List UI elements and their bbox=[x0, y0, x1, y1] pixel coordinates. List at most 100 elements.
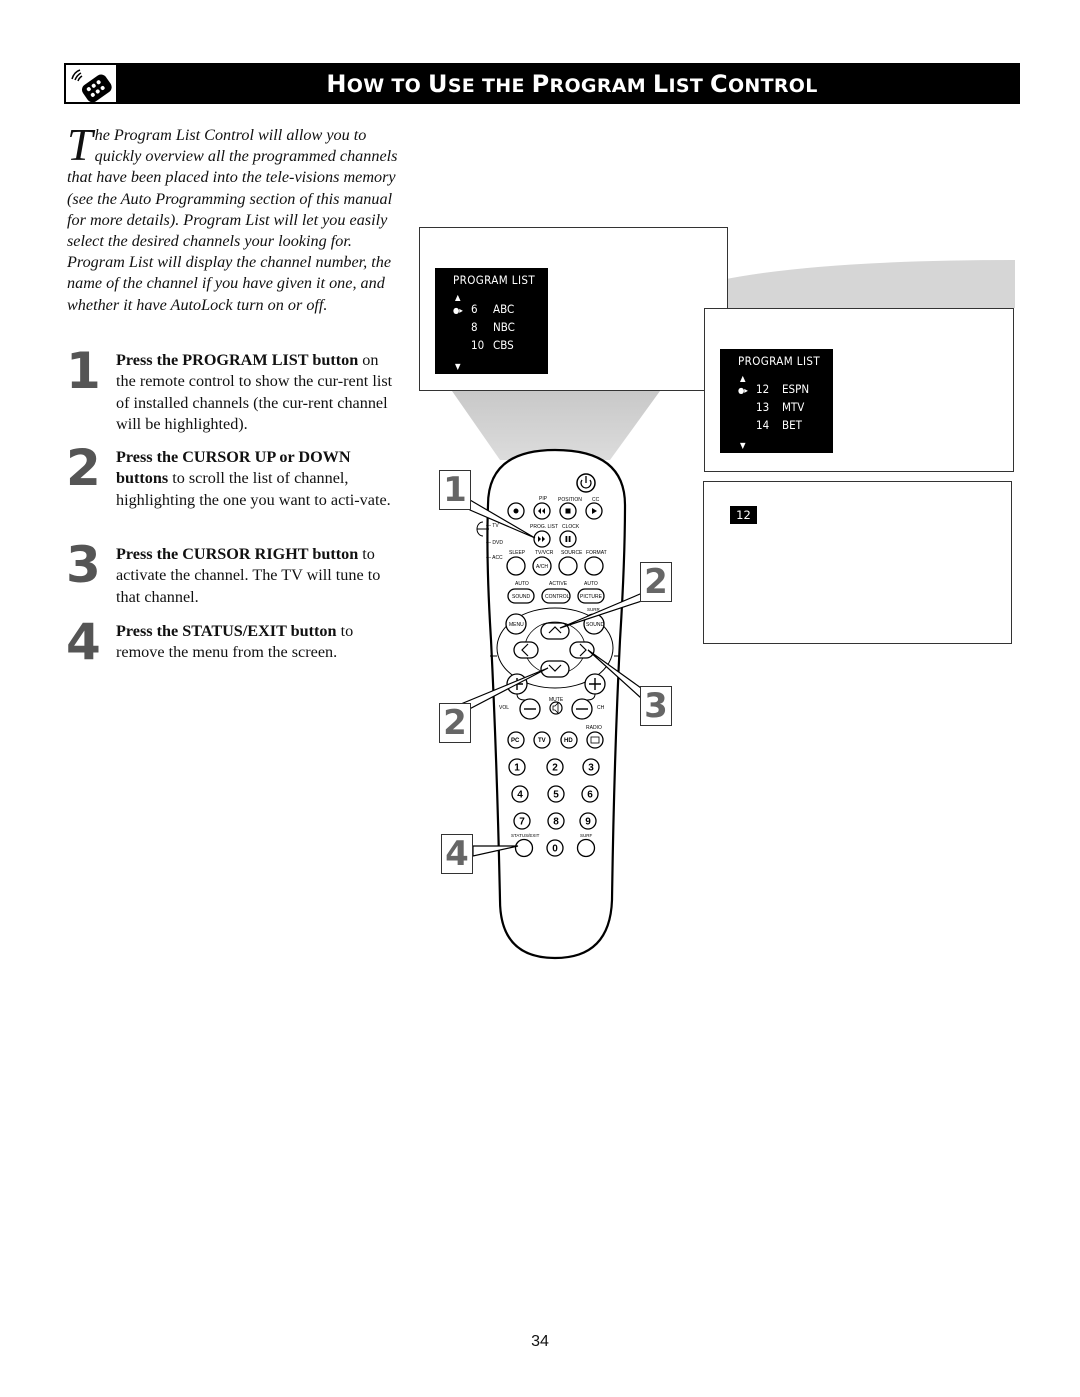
channel-row: ●▸ 12 ESPN bbox=[738, 382, 809, 396]
digit-label: 7 bbox=[519, 817, 525, 828]
callout-2-up: 2 bbox=[640, 562, 672, 602]
rewind-pip-button[interactable] bbox=[533, 502, 551, 520]
selection-pointer-icon: ●▸ bbox=[453, 306, 463, 315]
source-label: SOURCE bbox=[561, 550, 583, 556]
digit-button-7[interactable]: 7 bbox=[513, 812, 531, 830]
digit-button-4[interactable]: 4 bbox=[511, 785, 529, 803]
vol-label: VOL bbox=[499, 705, 509, 711]
channel-row: 8 NBC bbox=[453, 320, 515, 334]
channel-name: CBS bbox=[493, 338, 514, 352]
prog-list-label: PROG. LIST bbox=[530, 524, 558, 530]
sleep-button[interactable] bbox=[506, 556, 526, 576]
channel-number: 6 bbox=[471, 302, 478, 316]
digit-button-0[interactable]: 0 bbox=[546, 839, 564, 857]
channel-row: 14 BET bbox=[738, 418, 802, 432]
digit-button-3[interactable]: 3 bbox=[582, 758, 600, 776]
surf-label: SURF bbox=[580, 833, 593, 838]
tv-button[interactable]: TV bbox=[533, 731, 551, 749]
channel-number: 14 bbox=[756, 418, 770, 432]
digit-label: 0 bbox=[552, 844, 558, 855]
callout-2-down: 2 bbox=[439, 703, 471, 743]
page-number: 34 bbox=[531, 1333, 549, 1350]
ach-button[interactable]: A/CH bbox=[532, 556, 552, 576]
ch-label: CH bbox=[597, 705, 605, 711]
channel-row: ●▸ 6 ABC bbox=[453, 302, 514, 316]
digit-button-8[interactable]: 8 bbox=[547, 812, 565, 830]
stop-position-button[interactable] bbox=[559, 502, 577, 520]
surf-button[interactable] bbox=[576, 838, 596, 858]
mode-tv-label: — TV bbox=[486, 523, 499, 529]
radio-label: RADIO bbox=[586, 725, 602, 731]
pip-label: PIP bbox=[539, 496, 548, 502]
status-exit-button[interactable] bbox=[514, 838, 534, 858]
mode-acc-label: — ACC bbox=[486, 555, 503, 561]
channel-number: 10 bbox=[471, 338, 485, 352]
cursor-left-button[interactable] bbox=[513, 641, 539, 659]
scroll-up-icon: ▲ bbox=[455, 293, 461, 302]
pc-button[interactable]: PC bbox=[507, 731, 525, 749]
sleep-label: SLEEP bbox=[509, 550, 526, 556]
channel-name: ABC bbox=[493, 302, 515, 316]
pause-clock-button[interactable] bbox=[559, 530, 577, 548]
callout-1: 1 bbox=[439, 470, 471, 510]
tv-screen-3: 12 bbox=[703, 481, 1012, 644]
osd-title: PROGRAM LIST bbox=[738, 354, 821, 368]
svg-text:SOUND: SOUND bbox=[586, 622, 604, 628]
channel-down-button[interactable] bbox=[571, 698, 593, 720]
svg-text:PC: PC bbox=[511, 738, 520, 744]
mode-dvd-label: — DVD bbox=[486, 540, 503, 546]
auto-picture-top-label: AUTO bbox=[584, 581, 598, 587]
callout-4: 4 bbox=[441, 834, 473, 874]
digit-label: 6 bbox=[587, 790, 593, 801]
svg-text:CONTROL: CONTROL bbox=[545, 594, 570, 600]
osd-title: PROGRAM LIST bbox=[453, 273, 536, 287]
digit-label: 4 bbox=[517, 790, 523, 801]
record-button[interactable] bbox=[507, 502, 525, 520]
volume-down-button[interactable] bbox=[519, 698, 541, 720]
prog-list-button[interactable] bbox=[533, 530, 551, 548]
power-button[interactable] bbox=[576, 473, 596, 493]
channel-row: 13 MTV bbox=[738, 400, 804, 414]
mute-button[interactable] bbox=[549, 701, 563, 715]
auto-picture-button[interactable]: PICTURE bbox=[577, 588, 605, 604]
digit-label: 2 bbox=[552, 763, 558, 774]
selection-pointer-icon: ●▸ bbox=[738, 386, 748, 395]
digit-button-9[interactable]: 9 bbox=[579, 812, 597, 830]
auto-sound-button[interactable]: SOUND bbox=[507, 588, 535, 604]
channel-number: 12 bbox=[756, 382, 770, 396]
source-button[interactable] bbox=[558, 556, 578, 576]
ach-label: A/CH bbox=[536, 564, 548, 570]
position-label: POSITION bbox=[558, 497, 582, 503]
cursor-right-button[interactable] bbox=[569, 641, 595, 659]
digit-label: 1 bbox=[514, 763, 520, 774]
format-button[interactable] bbox=[584, 556, 604, 576]
program-list-osd: PROGRAM LIST ▲ ●▸ 12 ESPN 13 MTV 14 BET ▼ bbox=[720, 349, 833, 453]
scroll-down-icon: ▼ bbox=[740, 441, 746, 450]
hd-button[interactable]: HD bbox=[560, 731, 578, 749]
channel-up-button[interactable] bbox=[584, 673, 606, 695]
channel-name: NBC bbox=[493, 320, 515, 334]
channel-name: MTV bbox=[782, 400, 805, 414]
format-label: FORMAT bbox=[586, 550, 607, 556]
channel-name: BET bbox=[782, 418, 802, 432]
callout-3: 3 bbox=[640, 686, 672, 726]
channel-number: 13 bbox=[756, 400, 770, 414]
svg-text:PICTURE: PICTURE bbox=[580, 594, 603, 600]
digit-button-5[interactable]: 5 bbox=[547, 785, 565, 803]
svg-text:SOUND: SOUND bbox=[512, 594, 530, 600]
digit-label: 9 bbox=[585, 817, 591, 828]
scroll-down-icon: ▼ bbox=[455, 362, 461, 371]
radio-button[interactable] bbox=[586, 731, 604, 749]
cc-label: CC bbox=[592, 497, 600, 503]
channel-name: ESPN bbox=[782, 382, 810, 396]
digit-button-1[interactable]: 1 bbox=[508, 758, 526, 776]
active-control-button[interactable]: CONTROL bbox=[541, 588, 571, 604]
play-cc-button[interactable] bbox=[585, 502, 603, 520]
channel-number: 8 bbox=[471, 320, 478, 334]
digit-label: 3 bbox=[588, 763, 594, 774]
svg-text:TV: TV bbox=[538, 738, 546, 744]
svg-text:HD: HD bbox=[564, 738, 573, 744]
digit-button-2[interactable]: 2 bbox=[546, 758, 564, 776]
menu-button[interactable]: MENU bbox=[505, 613, 527, 635]
digit-button-6[interactable]: 6 bbox=[581, 785, 599, 803]
